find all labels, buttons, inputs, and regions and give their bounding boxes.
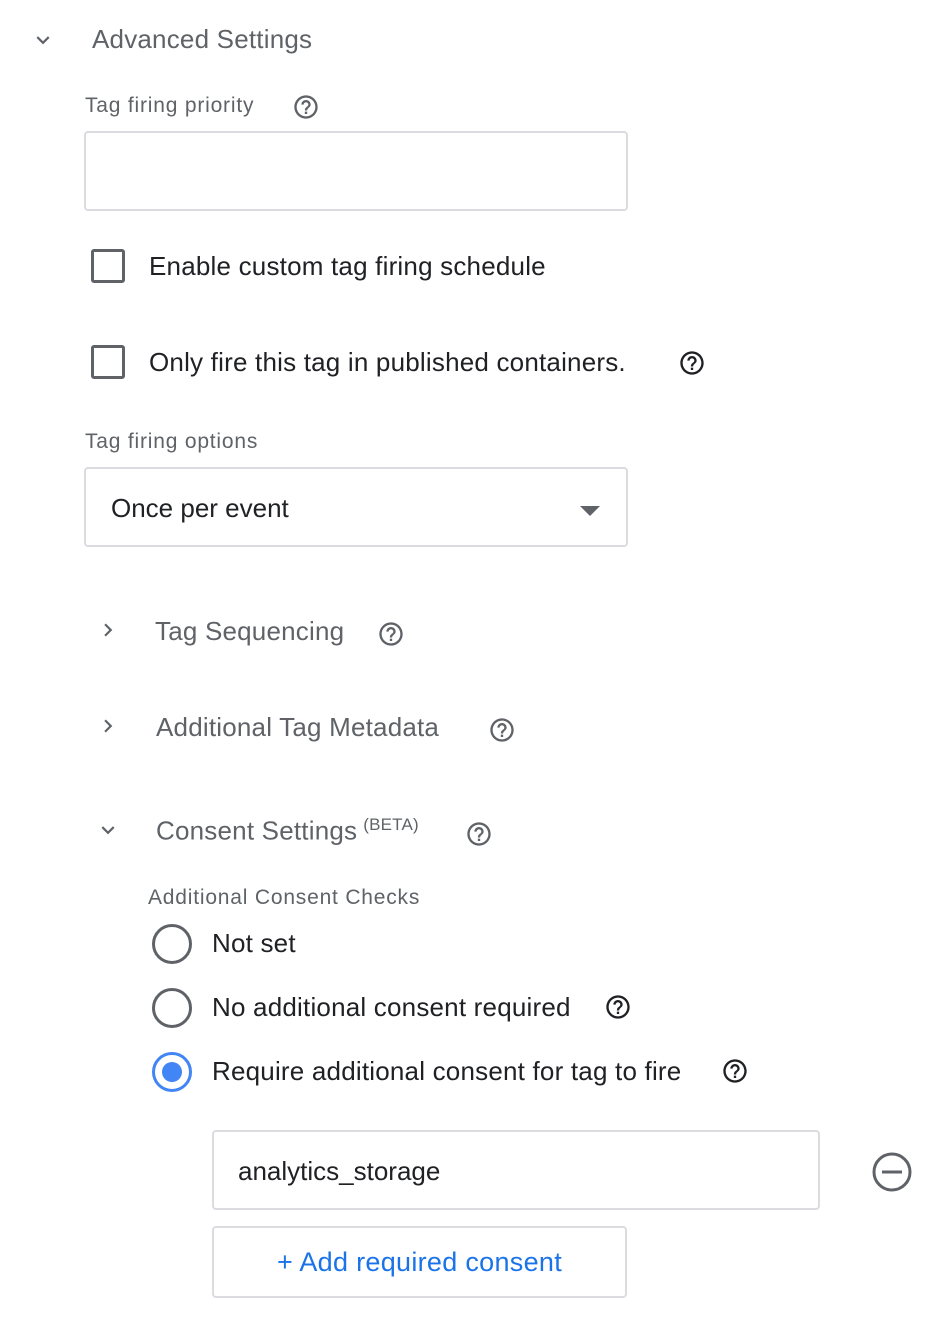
radio-not-set[interactable] [152,924,192,964]
additional-tag-metadata-title[interactable]: Additional Tag Metadata [156,712,439,743]
radio-selected-dot [162,1062,182,1082]
add-required-consent-button[interactable]: + Add required consent [212,1226,627,1298]
published-only-checkbox[interactable] [91,345,125,379]
tag-firing-priority-input[interactable] [84,131,628,211]
advanced-settings-title[interactable]: Advanced Settings [92,24,312,55]
tag-firing-options-label: Tag firing options [85,430,259,453]
radio-require-additional-consent[interactable] [152,1052,192,1092]
radio-not-set-label[interactable]: Not set [212,928,296,959]
chevron-down-icon[interactable] [30,27,56,53]
help-circle-icon[interactable] [604,993,632,1021]
dropdown-arrow-icon [580,503,600,521]
radio-no-additional-consent[interactable] [152,988,192,1028]
chevron-down-icon[interactable] [95,817,121,843]
tag-sequencing-title[interactable]: Tag Sequencing [155,616,344,647]
consent-settings-title[interactable]: Consent Settings (BETA) [156,815,419,847]
consent-settings-label: Consent Settings [156,815,358,846]
remove-circle-icon[interactable] [871,1151,913,1193]
published-only-label[interactable]: Only fire this tag in published containe… [149,347,626,378]
radio-no-additional-consent-label[interactable]: No additional consent required [212,992,571,1023]
help-circle-icon[interactable] [678,349,706,377]
additional-consent-checks-label: Additional Consent Checks [148,886,421,909]
help-circle-icon[interactable] [721,1057,749,1085]
beta-badge: (BETA) [363,815,419,834]
tag-firing-options-value: Once per event [111,493,289,523]
custom-schedule-checkbox[interactable] [91,249,125,283]
consent-type-input[interactable]: analytics_storage [212,1130,820,1210]
help-circle-icon[interactable] [465,820,493,848]
tag-firing-options-select[interactable]: Once per event [84,467,628,547]
custom-schedule-label[interactable]: Enable custom tag firing schedule [149,251,546,282]
tag-firing-priority-label: Tag firing priority [85,94,255,117]
chevron-right-icon[interactable] [95,713,121,739]
help-circle-icon[interactable] [377,620,405,648]
help-circle-icon[interactable] [292,93,320,121]
consent-type-value: analytics_storage [238,1156,441,1186]
help-circle-icon[interactable] [488,716,516,744]
radio-require-additional-consent-label[interactable]: Require additional consent for tag to fi… [212,1056,681,1087]
chevron-right-icon[interactable] [95,617,121,643]
